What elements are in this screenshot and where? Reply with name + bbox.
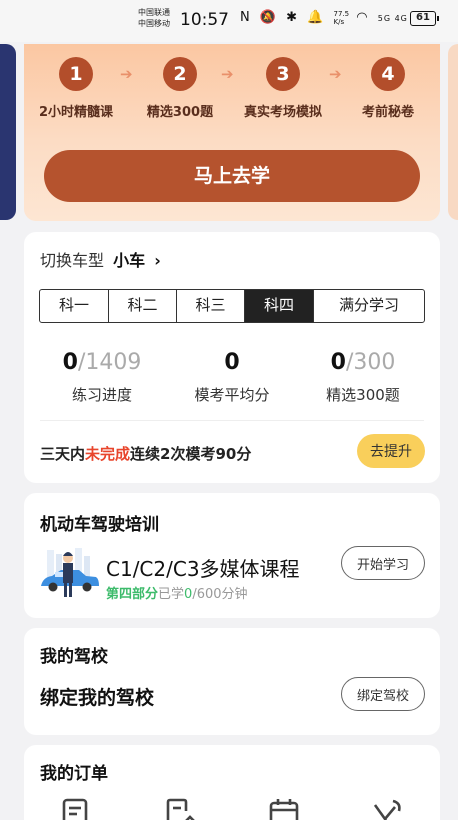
subject-tabs: 科一 科二 科三 科四 满分学习 <box>39 289 425 323</box>
practice-progress-label: 练习进度 <box>71 386 132 404</box>
carrier-2: 中国移动 <box>138 19 170 28</box>
bind-school-text: 绑定我的驾校 <box>40 687 155 709</box>
start-course-button[interactable]: 开始学习 <box>341 546 425 580</box>
step-arrow-icon: ➔ <box>221 65 234 83</box>
driver-training-card: 机动车驾驶培训 C1/C2/C3多媒体课程 第四部分已学0/600分钟 开始学习 <box>24 493 440 618</box>
practice-progress-stat[interactable]: 0/1409 练习进度 <box>37 350 167 405</box>
selected-300-total: /300 <box>345 350 396 375</box>
switch-car-type-label: 切换车型 <box>40 251 105 270</box>
promo-text: 三天内未完成连续2次模考90分 <box>40 445 252 463</box>
practice-progress-total: /1409 <box>77 350 142 375</box>
course-progress: 第四部分已学0/600分钟 <box>106 587 248 602</box>
promo-highlight: 未完成 <box>85 445 131 463</box>
step-arrow-icon: ➔ <box>120 65 133 83</box>
driver-training-title: 机动车驾驶培训 <box>40 515 159 535</box>
tab-subject-4[interactable]: 科四 <box>245 290 314 322</box>
net-speed: 77.5 K/s <box>333 10 350 26</box>
selected-300-stat[interactable]: 0/300 精选300题 <box>298 350 428 405</box>
status-bar: 中国联通 中国移动 10:57 N 🔕 ✱ 🔔 77.5 K/s ◠ 5G 4G… <box>0 0 458 42</box>
mock-exam-average-label: 模考平均分 <box>194 386 270 404</box>
course-part: 第四部分 <box>106 587 159 602</box>
carrier-names: 中国联通 中国移动 <box>138 7 170 29</box>
mock-exam-average-stat[interactable]: 0 模考平均分 <box>167 350 297 405</box>
carrier-1: 中国联通 <box>138 8 170 17</box>
calendar-icon[interactable] <box>268 797 300 820</box>
start-learning-now-button[interactable]: 马上去学 <box>44 150 420 202</box>
bind-school-button[interactable]: 绑定驾校 <box>341 677 425 711</box>
selected-300-label: 精选300题 <box>326 386 400 404</box>
selected-300-value: 0 <box>330 350 346 375</box>
course-name: C1/C2/C3多媒体课程 <box>106 557 300 581</box>
my-orders-card: 我的订单 <box>24 745 440 820</box>
battery-icon: 61 <box>410 11 439 26</box>
tab-subject-1[interactable]: 科一 <box>40 290 109 322</box>
wifi-icon: ◠ <box>356 10 371 25</box>
tab-subject-3[interactable]: 科三 <box>177 290 245 322</box>
step-2-number: 2 <box>163 57 197 91</box>
status-time: 10:57 <box>180 10 229 30</box>
improve-button[interactable]: 去提升 <box>357 434 425 468</box>
practice-progress-value: 0 <box>62 350 78 375</box>
subject-progress-card: 切换车型 小车 › 科一 科二 科三 科四 满分学习 0/1409 练习进度 0… <box>24 232 440 483</box>
chevron-right-icon: › <box>154 251 161 270</box>
edit-document-icon[interactable] <box>164 797 196 820</box>
switch-car-type[interactable]: 切换车型 小车 › <box>40 247 161 271</box>
notification-icons: N 🔕 ✱ 🔔 <box>240 10 327 25</box>
signal-icons: 5G 4G <box>377 14 408 23</box>
car-type-value: 小车 <box>113 251 146 270</box>
tab-full-score-study[interactable]: 满分学习 <box>314 290 424 322</box>
my-driving-school-card: 我的驾校 绑定我的驾校 绑定驾校 <box>24 628 440 735</box>
my-orders-title: 我的订单 <box>40 764 108 784</box>
step-4-label: 考前秘卷 <box>361 105 415 120</box>
step-1-number: 1 <box>59 57 93 91</box>
step-1-label: 2小时精髓课 <box>38 105 114 120</box>
next-banner-peek[interactable] <box>448 44 458 220</box>
previous-banner-peek[interactable] <box>0 44 16 220</box>
divider <box>40 420 424 421</box>
step-2-label: 精选300题 <box>146 105 214 120</box>
step-arrow-icon: ➔ <box>329 65 342 83</box>
step-4-number: 4 <box>371 57 405 91</box>
study-plan-banner: 1 ➔ 2 ➔ 3 ➔ 4 2小时精髓课 精选300题 真实考场模拟 考前秘卷 … <box>24 44 440 221</box>
order-list-icon[interactable] <box>60 797 92 820</box>
instructor-car-icon <box>41 548 99 597</box>
mock-exam-average-value: 0 <box>224 350 240 375</box>
steering-wheel-icon[interactable] <box>371 797 403 820</box>
my-driving-school-title: 我的驾校 <box>40 647 108 667</box>
step-3-label: 真实考场模拟 <box>243 105 323 120</box>
tab-subject-2[interactable]: 科二 <box>109 290 177 322</box>
step-3-number: 3 <box>266 57 300 91</box>
status-icons: N 🔕 ✱ 🔔 77.5 K/s ◠ 5G 4G <box>240 10 408 26</box>
